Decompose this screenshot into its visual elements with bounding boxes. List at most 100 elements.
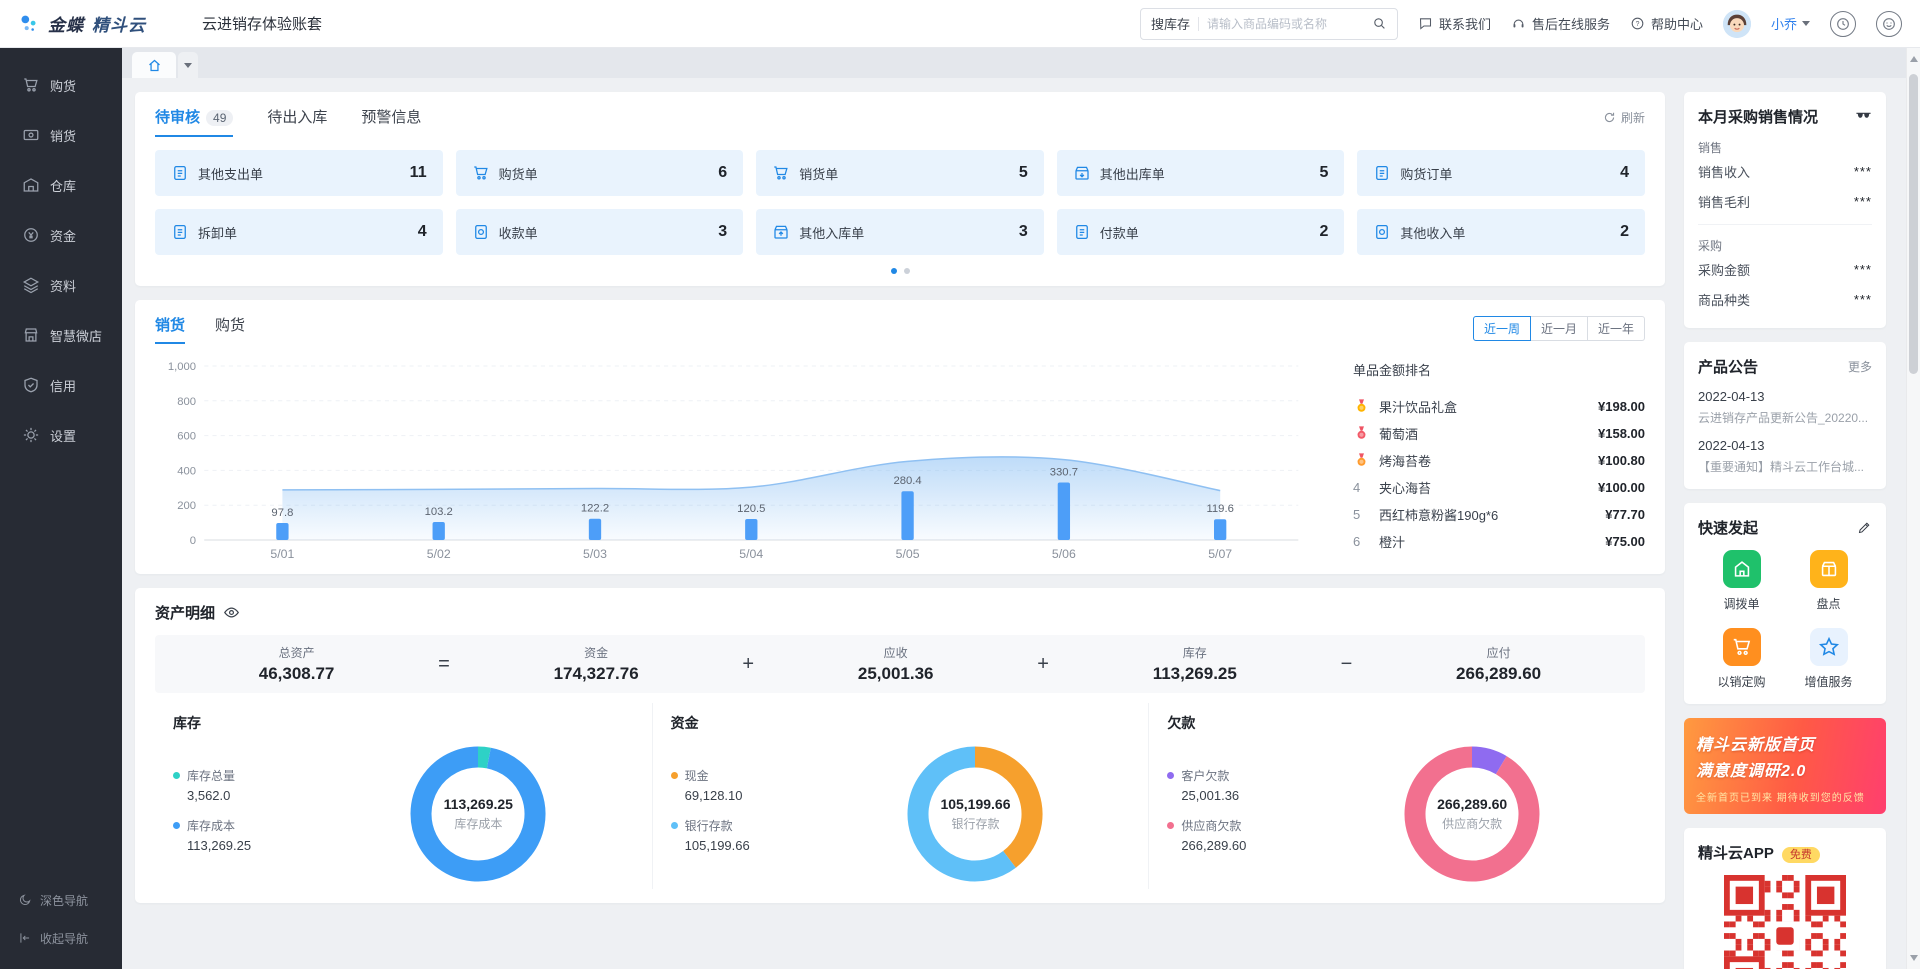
sidebar-item-settings[interactable]: 设置 [0, 410, 122, 460]
ranking-row[interactable]: 烤海苔卷 ¥100.80 [1353, 447, 1645, 474]
ranking-row[interactable]: 果汁饮品礼盒 ¥198.00 [1353, 393, 1645, 420]
range-month-button[interactable]: 近一月 [1531, 316, 1588, 341]
toggle-visibility-eye-icon[interactable] [223, 604, 240, 621]
chat-bubble-icon [1418, 16, 1433, 31]
search-icon[interactable] [1372, 16, 1387, 31]
svg-text:119.6: 119.6 [1206, 503, 1233, 515]
sidebar-item-purchase[interactable]: 购货 [0, 60, 122, 110]
refresh-button[interactable]: 刷新 [1603, 109, 1645, 126]
collapse-left-icon [18, 931, 32, 945]
sidebar-label: 资金 [50, 226, 76, 245]
assets-title: 资产明细 [155, 602, 215, 623]
smiley-feedback-icon[interactable] [1876, 11, 1902, 37]
debts-legend: 客户欠款25,001.36 供应商欠款266,289.60 [1167, 767, 1317, 867]
stat-other-expense[interactable]: 其他支出单11 [155, 150, 443, 196]
range-year-button[interactable]: 近一年 [1588, 316, 1645, 341]
tab-purchase[interactable]: 购货 [215, 314, 245, 344]
page-tabstrip [122, 48, 1906, 78]
assets-donut-row: 库存 库存总量3,562.0 库存成本113,269.25 113,269.25… [155, 703, 1645, 889]
sidebar-label: 智慧微店 [50, 326, 102, 345]
inventory-searchbox[interactable]: 搜库存 [1140, 8, 1398, 40]
tab-home[interactable] [132, 52, 176, 78]
legend-dot [173, 822, 180, 829]
rank-number: 4 [1353, 480, 1375, 495]
monthly-summary-card: 本月采购销售情况 销售 销售收入*** 销售毛利*** 采购 采购金额*** 商… [1684, 92, 1886, 328]
svg-text:600: 600 [177, 431, 196, 443]
stat-receipt[interactable]: 收款单3 [456, 209, 744, 255]
tab-dropdown-button[interactable] [178, 52, 198, 78]
after-sales-service-link[interactable]: 售后在线服务 [1511, 14, 1610, 33]
search-input[interactable] [1207, 17, 1364, 31]
stat-other-outbound[interactable]: 其他出库单5 [1057, 150, 1345, 196]
scroll-up-arrow[interactable] [1910, 56, 1918, 62]
sales-trend-body: 02004006008001,00097.8103.2122.2120.5280… [155, 348, 1645, 566]
ranking-row[interactable]: 6 橙汁 ¥75.00 [1353, 528, 1645, 555]
user-menu[interactable]: 小乔 [1771, 14, 1810, 33]
dark-nav-toggle[interactable]: 深色导航 [0, 881, 122, 919]
sidebar: 购货 销货 仓库 资金 资料 智慧微店 信用 设置 [0, 48, 122, 969]
sales-trend-header: 销货 购货 近一周 近一月 近一年 [155, 314, 1645, 344]
inventory-amount: 库存113,269.25 [1153, 644, 1237, 684]
question-circle-icon: ? [1630, 16, 1645, 31]
sidebar-item-smart-store[interactable]: 智慧微店 [0, 310, 122, 360]
stat-purchase-order[interactable]: 购货单6 [456, 150, 744, 196]
sidebar-item-warehouse[interactable]: 仓库 [0, 160, 122, 210]
sidebar-item-sales[interactable]: 销货 [0, 110, 122, 160]
svg-text:5/05: 5/05 [896, 547, 920, 561]
layers-icon [22, 276, 40, 294]
svg-text:5/04: 5/04 [739, 547, 763, 561]
carousel-dot-2[interactable] [904, 268, 910, 274]
ranking-row[interactable]: 4 夹心海苔 ¥100.00 [1353, 474, 1645, 501]
quick-action-value-services[interactable]: 增值服务 [1785, 628, 1872, 690]
sales-trend-chart: 02004006008001,00097.8103.2122.2120.5280… [155, 348, 1325, 566]
carousel-dot-1[interactable] [891, 268, 897, 274]
ranking-row[interactable]: 葡萄酒 ¥158.00 [1353, 420, 1645, 447]
rank-number: 5 [1353, 507, 1375, 522]
stat-purchase-request[interactable]: 购货订单4 [1357, 150, 1645, 196]
announcement-item[interactable]: 2022-04-13 云进销存产品更新公告_20220... [1698, 389, 1872, 426]
collapse-nav-button[interactable]: 收起导航 [0, 919, 122, 957]
stat-disassembly[interactable]: 拆卸单4 [155, 209, 443, 255]
announcement-item[interactable]: 2022-04-13 【重要通知】精斗云工作台城... [1698, 438, 1872, 475]
help-center-link[interactable]: ? 帮助中心 [1630, 14, 1703, 33]
scrollbar-thumb[interactable] [1909, 74, 1918, 374]
tab-warning-info[interactable]: 预警信息 [361, 106, 421, 137]
vertical-scrollbar[interactable] [1906, 48, 1920, 969]
stat-sales-order[interactable]: 销货单5 [756, 150, 1044, 196]
sidebar-item-funds[interactable]: 资金 [0, 210, 122, 260]
stat-other-income[interactable]: 其他收入单2 [1357, 209, 1645, 255]
edit-pencil-icon[interactable] [1857, 520, 1872, 535]
app-logo[interactable]: 金蝶 精斗云 [18, 11, 146, 36]
quick-action-transfer[interactable]: 调拨单 [1698, 550, 1785, 612]
ranking-row[interactable]: 5 西红柿意粉酱190g*6 ¥77.70 [1353, 501, 1645, 528]
funds-donut-section: 资金 现金69,128.10 银行存款105,199.66 105,199.66… [652, 703, 1149, 889]
range-week-button[interactable]: 近一周 [1473, 316, 1531, 341]
stat-other-inbound[interactable]: 其他入库单3 [756, 209, 1044, 255]
more-link[interactable]: 更多 [1848, 358, 1872, 375]
survey-banner[interactable]: 精斗云新版首页 满意度调研2.0 全新首页已到来 期待收到您的反馈 [1684, 718, 1886, 814]
app-download-card: 精斗云APP免费 [1684, 828, 1886, 969]
tab-pending-approval[interactable]: 待审核49 [155, 106, 233, 137]
avatar[interactable] [1723, 10, 1751, 38]
sidebar-item-credit[interactable]: 信用 [0, 360, 122, 410]
monthly-summary-title: 本月采购销售情况 [1698, 106, 1855, 127]
quick-action-sell-to-order[interactable]: 以销定购 [1698, 628, 1785, 690]
headset-icon [1511, 16, 1526, 31]
topbar-right: 搜库存 联系我们 售后在线服务 ? 帮助中心 小乔 [1140, 8, 1902, 40]
scroll-down-arrow[interactable] [1910, 955, 1918, 961]
silver-medal-icon [1353, 424, 1375, 443]
tab-pending-inout[interactable]: 待出入库 [267, 106, 327, 137]
privacy-glasses-icon[interactable] [1855, 108, 1872, 125]
history-icon[interactable] [1830, 11, 1856, 37]
svg-text:800: 800 [177, 396, 196, 408]
quick-actions-card: 快速发起 调拨单 盘点 以销定购 增值服务 [1684, 503, 1886, 704]
search-scope-label[interactable]: 搜库存 [1151, 14, 1190, 33]
tab-sales[interactable]: 销货 [155, 314, 185, 344]
sidebar-item-data[interactable]: 资料 [0, 260, 122, 310]
contact-us-link[interactable]: 联系我们 [1418, 14, 1491, 33]
funds-donut-chart: 105,199.66银行存款 [900, 739, 1050, 889]
stat-payment[interactable]: 付款单2 [1057, 209, 1345, 255]
quick-action-stocktake[interactable]: 盘点 [1785, 550, 1872, 612]
collapse-nav-label: 收起导航 [40, 930, 88, 947]
svg-text:280.4: 280.4 [893, 475, 921, 487]
